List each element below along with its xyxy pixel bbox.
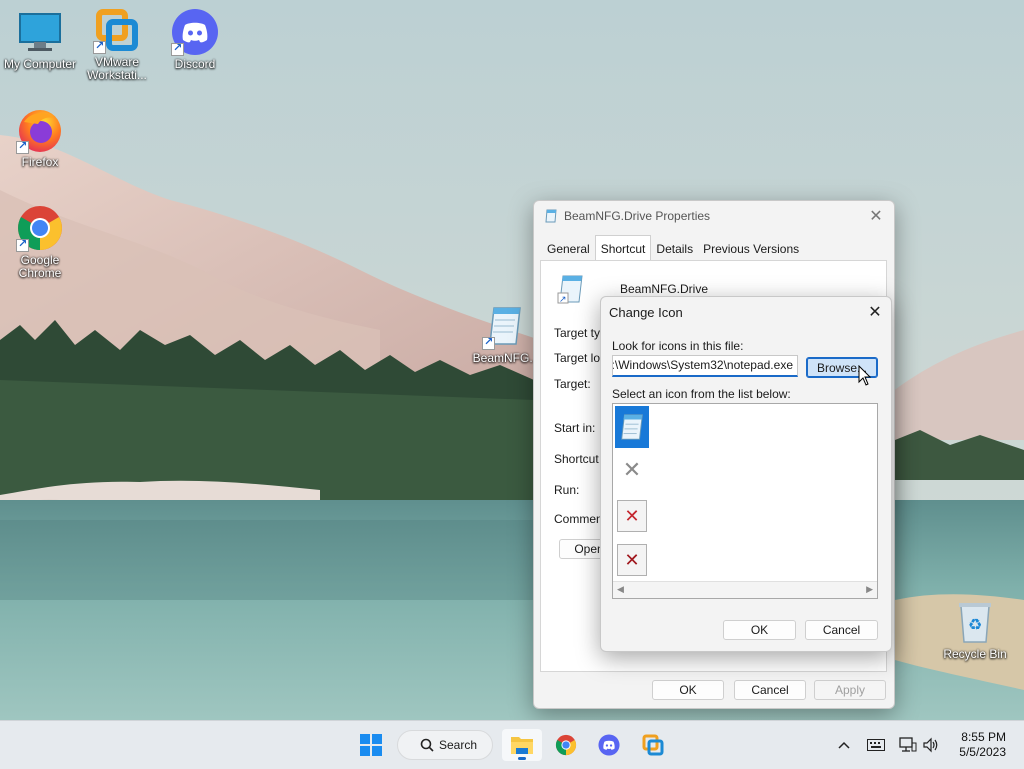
shortcut-arrow-icon [16, 139, 29, 154]
folder-icon [511, 737, 533, 754]
tab-general[interactable]: General [542, 238, 595, 262]
notepad-icon [482, 302, 530, 350]
desktop-icon-vmware[interactable]: VMware Workstati... [77, 6, 157, 82]
icon-file-input[interactable]: C:\Windows\System32\notepad.exe [612, 355, 798, 377]
keyboard-icon[interactable] [866, 735, 886, 755]
label-start-in: Start in: [554, 421, 596, 435]
mouse-cursor-icon [858, 365, 872, 386]
vmware-icon [93, 6, 141, 54]
label-target-type: Target typ [554, 326, 607, 340]
label-target-location: Target loc [554, 351, 607, 365]
properties-apply-button[interactable]: Apply [814, 680, 886, 700]
monitor-icon [16, 8, 64, 56]
properties-ok-button[interactable]: OK [652, 680, 724, 700]
shortcut-arrow-icon [171, 41, 184, 56]
desktop-icon-recycle-bin[interactable]: ♻ Recycle Bin [935, 598, 1015, 661]
search-label: Search [439, 738, 478, 752]
chrome-icon [555, 734, 577, 756]
taskbar-search[interactable]: Search [397, 730, 493, 760]
discord-icon [598, 734, 620, 756]
shortcut-arrow-icon [482, 335, 495, 350]
properties-cancel-button[interactable]: Cancel [734, 680, 806, 700]
properties-tabs: General Shortcut Details Previous Versio… [542, 235, 804, 265]
shortcut-arrow-icon [93, 39, 106, 54]
clock-date: 5/5/2023 [959, 745, 1006, 759]
change-icon-title: Change Icon [609, 304, 683, 320]
desktop-icon-chrome[interactable]: Google Chrome [0, 204, 80, 280]
icon-list[interactable]: ✕ ✕ ✕ ◀ ▶ [612, 403, 878, 599]
desktop-icon-my-computer[interactable]: My Computer [0, 8, 80, 71]
notepad-icon [545, 209, 557, 223]
tab-details[interactable]: Details [651, 238, 698, 262]
svg-text:♻: ♻ [968, 615, 982, 634]
change-icon-ok-button[interactable]: OK [723, 620, 796, 640]
icon-option-gray-x[interactable]: ✕ [615, 450, 649, 490]
shortcut-arrow-icon [16, 237, 29, 252]
chevron-up-icon[interactable] [834, 735, 854, 755]
dark-red-x-icon: ✕ [617, 544, 647, 576]
icon-option-dark-red-x[interactable]: ✕ [615, 540, 649, 580]
red-x-icon: ✕ [617, 500, 647, 532]
close-icon[interactable]: ✕ [867, 304, 883, 321]
properties-title: BeamNFG.Drive Properties [564, 209, 711, 223]
properties-titlebar[interactable]: BeamNFG.Drive Properties ✕ [534, 201, 894, 231]
label-target: Target: [554, 377, 591, 391]
taskbar-vmware[interactable] [633, 729, 673, 761]
volume-icon[interactable] [921, 735, 941, 755]
taskbar-discord[interactable] [589, 729, 629, 761]
change-icon-titlebar[interactable]: Change Icon ✕ [601, 297, 891, 327]
close-icon[interactable]: ✕ [868, 208, 884, 225]
tab-previous-versions[interactable]: Previous Versions [698, 238, 804, 262]
select-icon-label: Select an icon from the list below: [612, 387, 791, 401]
desktop-icon-discord[interactable]: Discord [155, 8, 235, 71]
icon-option-notepad[interactable] [615, 406, 649, 448]
firefox-icon [16, 106, 64, 154]
start-button[interactable] [351, 729, 391, 761]
recycle-bin-icon: ♻ [951, 598, 999, 646]
scroll-left-icon[interactable]: ◀ [617, 584, 624, 595]
gray-x-icon: ✕ [622, 457, 642, 482]
clock-time: 8:55 PM [961, 730, 1006, 744]
svg-text:↗: ↗ [559, 295, 567, 305]
taskbar-file-explorer[interactable] [502, 729, 542, 761]
notepad-icon: ↗ [557, 275, 583, 305]
scroll-right-icon[interactable]: ▶ [866, 584, 873, 595]
taskbar-chrome[interactable] [546, 729, 586, 761]
desktop-icon-firefox[interactable]: Firefox [0, 106, 80, 169]
active-indicator [518, 757, 526, 760]
icon-file-value: C:\Windows\System32\notepad.exe [612, 358, 793, 372]
chrome-icon [16, 204, 64, 252]
shortcut-name: BeamNFG.Drive [620, 282, 709, 296]
change-icon-cancel-button[interactable]: Cancel [805, 620, 878, 640]
icon-list-horizontal-scrollbar[interactable]: ◀ ▶ [613, 581, 877, 598]
discord-icon [171, 8, 219, 56]
network-icon[interactable] [898, 735, 918, 755]
vmware-icon [642, 734, 664, 756]
taskbar-clock[interactable]: 8:55 PM 5/5/2023 [959, 730, 1006, 760]
notepad-icon [621, 414, 643, 440]
change-icon-dialog[interactable]: Change Icon ✕ Look for icons in this fil… [600, 296, 892, 652]
label-run: Run: [554, 483, 580, 497]
windows-logo-icon [360, 734, 382, 756]
look-for-icons-label: Look for icons in this file: [612, 339, 744, 353]
taskbar: Search 8:55 PM 5/5/2023 [0, 720, 1024, 769]
icon-option-red-x[interactable]: ✕ [615, 496, 649, 536]
search-icon [420, 738, 434, 752]
